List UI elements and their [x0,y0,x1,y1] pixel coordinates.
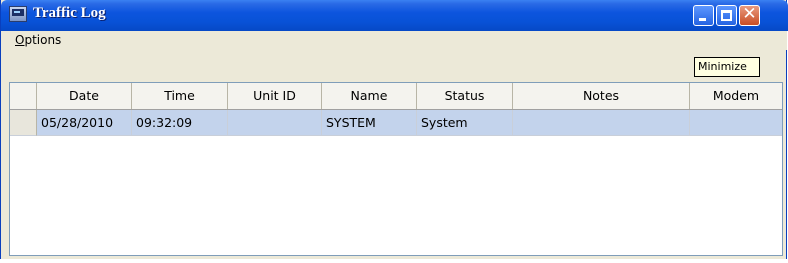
maximize-icon [721,10,732,21]
column-header-unit-id[interactable]: Unit ID [228,83,322,109]
window-title: Traffic Log [33,5,106,21]
column-header-name[interactable]: Name [322,83,417,109]
column-header-status[interactable]: Status [417,83,513,109]
cell-date[interactable]: 05/28/2010 [37,110,132,136]
minimize-tooltip: Minimize [694,57,760,77]
close-button[interactable]: ✕ [739,4,760,26]
row-selector[interactable] [10,110,37,136]
terminal-icon[interactable] [9,6,27,22]
column-header-modem[interactable]: Modem [690,83,782,109]
close-icon: ✕ [742,4,757,24]
column-header-date[interactable]: Date [37,83,132,109]
cell-status[interactable]: System [417,110,513,136]
row-selector-header[interactable] [10,83,37,109]
cell-notes[interactable] [513,110,690,136]
cell-time[interactable]: 09:32:09 [132,110,228,136]
table-row[interactable]: 05/28/2010 09:32:09 SYSTEM System [10,110,782,136]
cell-modem[interactable] [690,110,782,136]
title-bar[interactable]: Traffic Log ✕ [1,0,788,31]
traffic-log-table[interactable]: Date Time Unit ID Name Status Notes Mode… [9,82,783,256]
minimize-button[interactable] [693,5,714,26]
cell-name[interactable]: SYSTEM [322,110,417,136]
menu-options-label: ptions [24,33,62,47]
maximize-button[interactable] [716,5,737,26]
menu-options[interactable]: Options [15,33,61,47]
cell-unit-id[interactable] [228,110,322,136]
window-bottom-edge [0,259,788,263]
menu-bar: Options [2,31,787,50]
traffic-log-window: Traffic Log ✕ Options Minimize Date Time… [0,0,788,262]
minimize-icon [699,18,706,21]
column-header-time[interactable]: Time [132,83,228,109]
table-header-row: Date Time Unit ID Name Status Notes Mode… [10,83,782,110]
column-header-notes[interactable]: Notes [513,83,690,109]
